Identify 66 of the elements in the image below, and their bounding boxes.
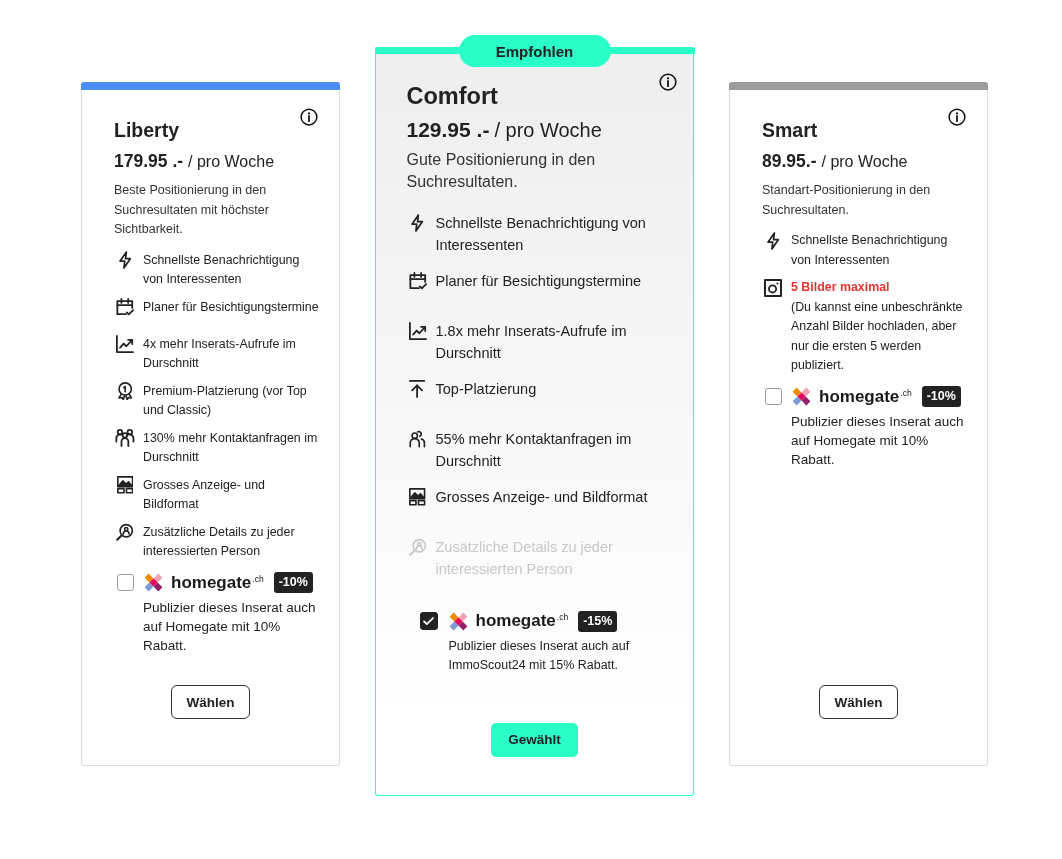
select-button[interactable]: Gewählt: [490, 722, 579, 757]
feature-text: 130% mehr Kontaktanfragen im Durschnitt: [143, 429, 319, 466]
info-icon[interactable]: [300, 108, 318, 126]
cross-logo-icon: [447, 610, 469, 632]
addon-description: Publizier dieses Inserat auch auf Homegate mit 10% Rabatt.: [791, 412, 965, 469]
feature-text: Schnellste Benachrichtigung von Interessenten: [435, 214, 647, 255]
plan-price: 89.95.-: [762, 151, 817, 171]
select-button[interactable]: Wählen: [171, 685, 250, 719]
lightning-icon: [411, 214, 424, 232]
addon-description: Publizier dieses Inserat auch auf Homegate mit 10% Rabatt.: [143, 598, 317, 655]
image-layout-icon: [409, 488, 426, 506]
addon-description: Publizier dieses Inserat auch auf ImmoScout24 mit 15% Rabatt.: [448, 638, 631, 674]
feature-text: Schnellste Benachrichtigung von Interessenten: [791, 232, 949, 269]
feature-text: (Du kannst eine unbeschränkte Anzahl Bilder hochladen, aber nur die ersten 5 werden publiziert.: [791, 298, 964, 374]
person-search-icon: [408, 538, 427, 556]
camera-icon: [764, 278, 782, 297]
feature-text: 55% mehr Kontaktanfragen im Durschnitt: [435, 430, 633, 471]
feature-text: 1.8x mehr Inserats-Aufrufe im Durschnitt: [435, 322, 628, 363]
feature-text: Zusätzliche Details zu jeder interessierten Person: [143, 523, 296, 560]
plan-title: Liberty: [114, 119, 179, 141]
price-period: / pro Woche: [821, 153, 908, 170]
brand-name: homegate$^{.ch}$: [171, 571, 264, 594]
feature-text: Top-Platzierung: [435, 380, 538, 399]
discount-badge: -10%: [921, 386, 961, 407]
people-group-icon: [115, 429, 135, 448]
cross-logo-icon: [143, 572, 164, 593]
checkbox[interactable]: [117, 574, 134, 591]
plan-description: Beste Positionierung in den Suchresultaten mit höchster Sichtbarkeit.: [114, 182, 270, 238]
lightning-icon: [766, 231, 780, 250]
medal-icon: [116, 382, 134, 401]
discount-badge: -15%: [578, 610, 618, 632]
checkbox[interactable]: [419, 612, 438, 630]
plan-price: 179.95 .-: [114, 151, 184, 171]
feature-text: 4x mehr Inserats-Aufrufe im Durschnitt: [143, 335, 297, 372]
plan-title: Comfort: [406, 83, 498, 109]
price-period: / pro Woche: [494, 119, 602, 141]
feature-text: Premium-Platzierung (vor Top und Classic): [143, 382, 308, 419]
calendar-check-icon: [408, 272, 427, 290]
plan-price: 129.95 .-: [406, 118, 490, 141]
feature-text: Planer für Besichtigungstermine: [143, 298, 320, 316]
info-icon[interactable]: [658, 73, 677, 91]
calendar-check-icon: [116, 298, 134, 317]
image-layout-icon: [116, 476, 134, 495]
limit-warning: 5 Bilder maximal: [791, 279, 891, 296]
rising-chart-icon: [116, 335, 134, 354]
rising-chart-icon: [408, 322, 427, 340]
brand-name: homegate$^{.ch}$: [475, 610, 569, 632]
plan-description: Standart-Positionierung in den Suchresultaten.: [762, 182, 932, 219]
feature-text: Planer für Besichtigungstermine: [435, 272, 643, 291]
cross-logo-icon: [791, 386, 812, 407]
feature-text: Grosses Anzeige- und Bildformat: [435, 488, 649, 507]
two-people-icon: [409, 430, 426, 448]
lightning-icon: [118, 251, 132, 270]
feature-text: Grosses Anzeige- und Bildformat: [143, 476, 266, 513]
price-period: / pro Woche: [188, 153, 275, 170]
person-search-icon: [116, 523, 134, 542]
select-button[interactable]: Wählen: [819, 685, 898, 719]
brand-name: homegate$^{.ch}$: [819, 385, 912, 408]
checkmark-icon: [423, 616, 434, 626]
discount-badge: -10%: [273, 572, 313, 593]
info-icon[interactable]: [948, 108, 966, 126]
checkbox[interactable]: [765, 388, 782, 405]
feature-text: Schnellste Benachrichtigung von Interessenten: [143, 251, 301, 288]
plan-title: Smart: [762, 119, 818, 141]
recommended-badge: Empfohlen: [458, 35, 611, 67]
plan-description: Gute Positionierung in den Suchresultaten.: [406, 150, 597, 192]
